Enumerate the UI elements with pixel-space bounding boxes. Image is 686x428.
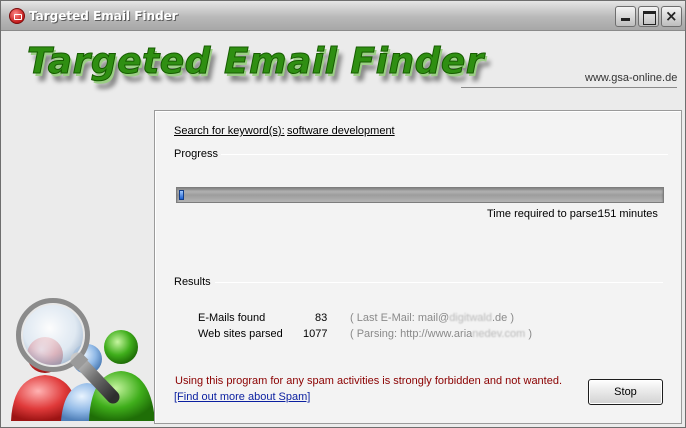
search-keyword: software development xyxy=(287,125,395,137)
emails-found-count: 83 xyxy=(315,312,328,324)
sites-parsed-label: Web sites parsed xyxy=(198,328,283,340)
stop-button[interactable]: Stop xyxy=(588,379,663,405)
progress-divider xyxy=(221,154,668,155)
progress-group-label: Progress xyxy=(174,148,219,160)
app-window: Targeted Email Finder × Targeted Email F… xyxy=(0,0,686,428)
last-email-info: ( Last E-Mail: mail@digitwald.de ) xyxy=(350,312,514,324)
parsing-prefix: ( Parsing: http://www.aria xyxy=(350,328,473,340)
progress-bar xyxy=(176,187,664,203)
last-email-suffix: .de ) xyxy=(492,312,515,324)
last-email-obscured: digitwald xyxy=(449,312,492,324)
spam-info-link[interactable]: [Find out more about Spam] xyxy=(174,391,310,403)
maximize-button[interactable] xyxy=(638,6,659,27)
website-url: www.gsa-online.de xyxy=(585,72,678,84)
progress-bar-fill xyxy=(179,190,184,200)
results-divider xyxy=(215,282,663,283)
banner-logo: Targeted Email Finder xyxy=(26,41,485,83)
parsing-url-info: ( Parsing: http://www.arianedev.com ) xyxy=(350,328,532,340)
emails-found-label: E-Mails found xyxy=(198,312,266,324)
url-divider xyxy=(461,87,677,88)
minimize-button[interactable] xyxy=(615,6,636,27)
last-email-prefix: ( Last E-Mail: mail@ xyxy=(350,312,450,324)
time-required-label: Time required to parse: xyxy=(487,208,601,220)
search-label: Search for keyword(s): xyxy=(174,125,285,137)
time-required-value: 151 minutes xyxy=(598,208,658,220)
app-icon[interactable] xyxy=(9,8,25,24)
parsing-obscured: nedev.com xyxy=(472,328,526,340)
parsing-suffix: ) xyxy=(525,328,533,340)
title-bar[interactable]: Targeted Email Finder × xyxy=(1,1,685,31)
magnifier-users-icon xyxy=(11,298,155,421)
close-button[interactable]: × xyxy=(661,6,682,27)
window-title: Targeted Email Finder xyxy=(29,9,178,23)
spam-warning: Using this program for any spam activiti… xyxy=(175,375,563,387)
sites-parsed-count: 1077 xyxy=(303,328,328,340)
close-icon: × xyxy=(665,7,678,25)
results-group-label: Results xyxy=(174,276,211,288)
